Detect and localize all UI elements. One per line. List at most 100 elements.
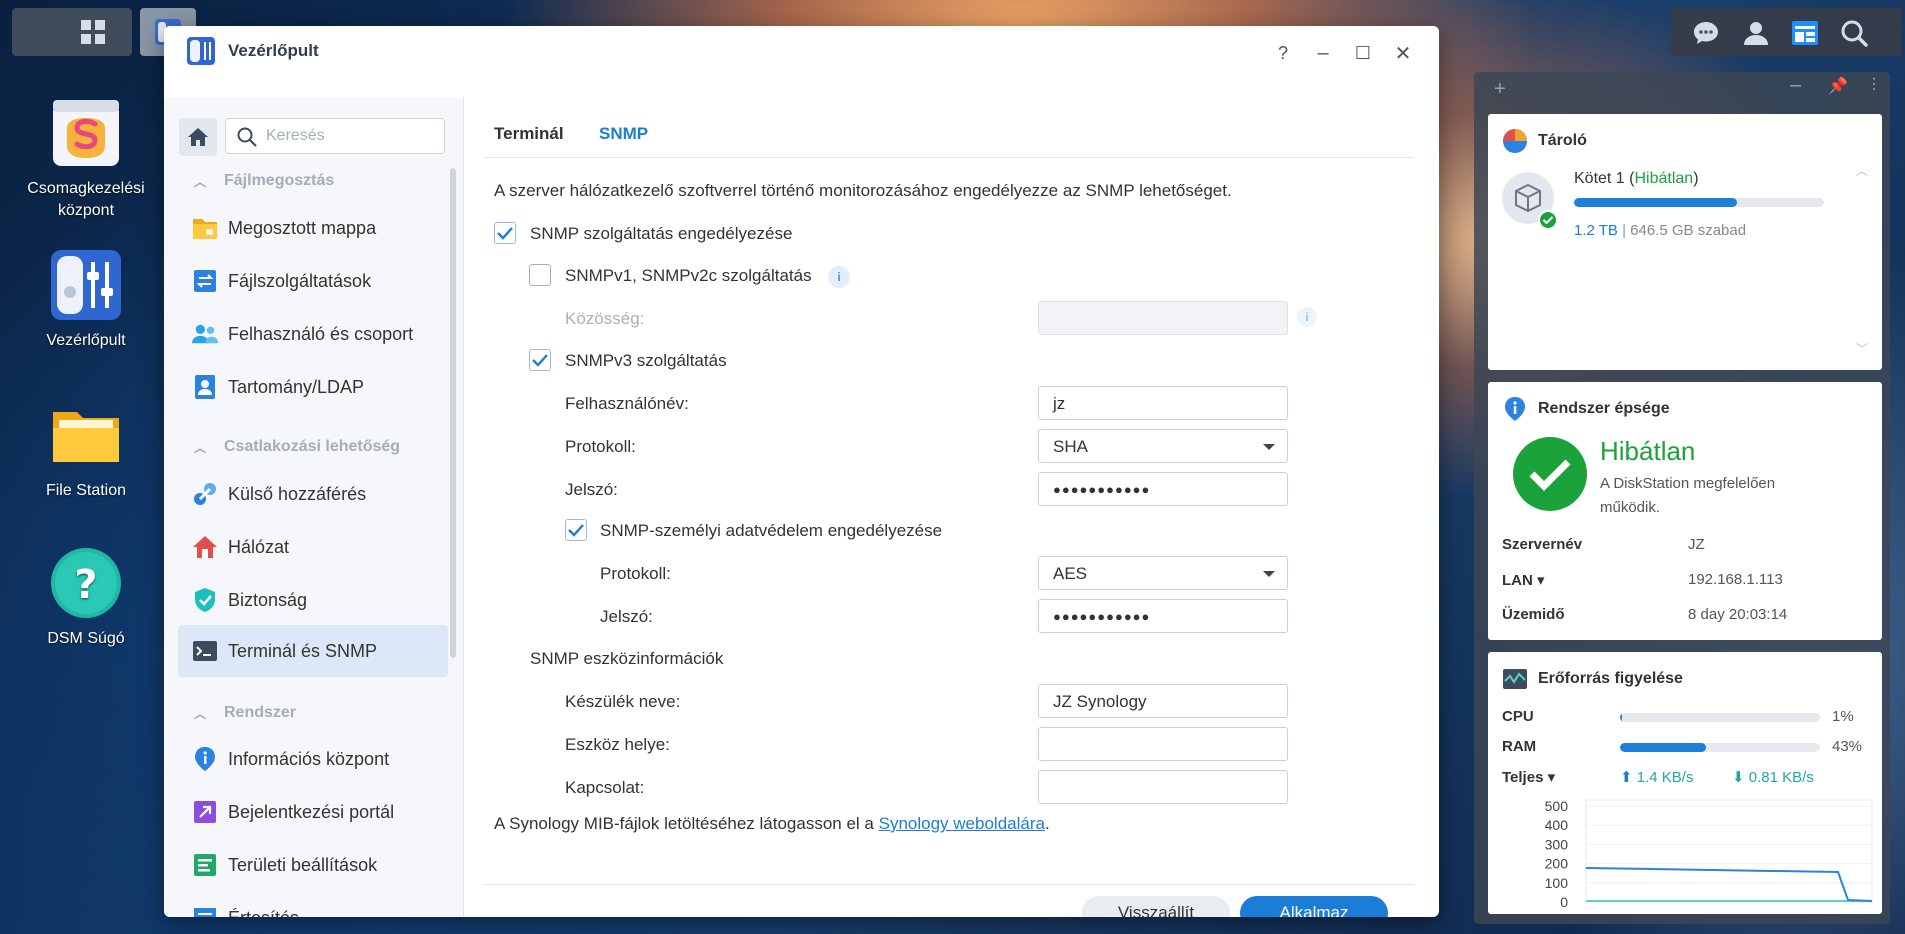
sidebar-item-label: Bejelentkezési portál: [228, 801, 395, 822]
sidebar-item-terminal-snmp[interactable]: Terminál és SNMP: [178, 625, 448, 677]
username-label: Felhasználónév:: [565, 394, 689, 413]
minimize-icon[interactable]: –: [1790, 74, 1801, 97]
sidebar-group-connectivity[interactable]: ︿ Csatlakozási lehetőség: [194, 432, 400, 462]
snmp-v3-label: SNMPv3 szolgáltatás: [565, 351, 727, 370]
widget-panel: + – 📌 ⋯ Tároló Kötet 1 (Hibátlan) 1.2 TB…: [1474, 72, 1890, 924]
sidebar-item-label: Felhasználó és csoport: [228, 323, 414, 344]
window-titlebar[interactable]: Vezérlőpult ? – ☐ ✕: [164, 26, 1439, 98]
main-menu-button[interactable]: [12, 8, 132, 56]
privacy-password-label: Jelszó:: [600, 607, 653, 626]
sidebar-item-external-access[interactable]: Külső hozzáférés: [178, 468, 448, 520]
contact-field[interactable]: [1038, 770, 1288, 804]
sidebar-scrollbar[interactable]: [450, 168, 456, 658]
sidebar-group-system[interactable]: ︿ Rendszer: [194, 698, 296, 728]
sidebar-item-user-group[interactable]: Felhasználó és csoport: [178, 308, 448, 360]
info-icon[interactable]: i: [828, 266, 850, 288]
desktop-icon-control-panel[interactable]: Vezérlőpult: [16, 248, 156, 352]
reset-button[interactable]: Visszaállít: [1082, 896, 1230, 917]
widgets-icon[interactable]: [1790, 18, 1820, 48]
download-arrow-icon: ⬇: [1732, 769, 1745, 786]
upload-speed: ⬆ 1.4 KB/s: [1620, 768, 1693, 786]
resource-monitor-icon: [1503, 669, 1527, 689]
package-center-icon: [49, 96, 123, 170]
chevron-up-icon[interactable]: ︿: [1856, 162, 1868, 179]
network-dropdown[interactable]: Teljes ▾: [1502, 768, 1555, 786]
external-access-icon: [192, 481, 218, 507]
uptime-label: Üzemidő: [1502, 606, 1565, 623]
download-speed: ⬇ 0.81 KB/s: [1732, 768, 1814, 786]
desktop-icon-label: File Station: [45, 482, 127, 499]
group-label: Csatlakozási lehetőség: [224, 438, 401, 455]
desktop-icon-dsm-help[interactable]: ? DSM Súgó: [16, 546, 156, 650]
privacy-checkbox[interactable]: [565, 519, 587, 541]
upload-value: 1.4 KB/s: [1636, 769, 1694, 786]
snmp-description: A szerver hálózatkezelő szoftverrel tört…: [494, 181, 1232, 200]
download-value: 0.81 KB/s: [1748, 769, 1814, 786]
maximize-button[interactable]: ☐: [1346, 36, 1380, 70]
help-button[interactable]: ?: [1266, 36, 1300, 70]
home-button[interactable]: [179, 118, 217, 156]
privacy-password-field[interactable]: ●●●●●●●●●●●: [1038, 599, 1288, 633]
checkmark-icon: [497, 227, 513, 240]
server-name-label: Szervernév: [1502, 536, 1583, 553]
device-info-heading: SNMP eszközinformációk: [530, 649, 724, 668]
username-field[interactable]: jz: [1038, 386, 1288, 420]
sidebar-item-label: Külső hozzáférés: [228, 483, 367, 504]
password-field[interactable]: ●●●●●●●●●●●: [1038, 472, 1288, 506]
snmp-v3-checkbox[interactable]: [529, 349, 551, 371]
search-icon: [237, 127, 257, 147]
close-button[interactable]: ✕: [1386, 36, 1420, 70]
tab-terminal[interactable]: Terminál: [494, 124, 564, 144]
mib-text: A Synology MIB-fájlok letöltéséhez látog…: [494, 814, 874, 833]
desktop-icon-file-station[interactable]: File Station: [16, 398, 156, 502]
maximize-icon: ☐: [1354, 42, 1372, 63]
snmp-v1v2-checkbox[interactable]: [529, 264, 551, 286]
sidebar-item-file-services[interactable]: Fájlszolgáltatások: [178, 255, 448, 307]
sidebar-item-regional-options[interactable]: Területi beállítások: [178, 839, 448, 891]
info-icon[interactable]: i: [1297, 307, 1317, 327]
tab-snmp[interactable]: SNMP: [599, 124, 648, 144]
community-field[interactable]: [1038, 301, 1288, 335]
user-icon[interactable]: [1741, 18, 1771, 48]
info-icon: [1505, 397, 1525, 421]
chart-tick-label: 400: [1545, 817, 1569, 833]
sidebar-item-network[interactable]: Hálózat: [178, 521, 448, 573]
main-content: Terminál SNMP A szerver hálózatkezelő sz…: [464, 98, 1439, 917]
tab-bar: Terminál SNMP: [484, 98, 1414, 158]
chevron-up-icon: ︿: [194, 174, 207, 189]
sidebar-item-security[interactable]: Biztonság: [178, 574, 448, 626]
protocol-select[interactable]: SHA: [1038, 429, 1288, 463]
desktop-icon-package-center[interactable]: Csomagkezelési központ: [16, 96, 156, 222]
chevron-up-icon: ︿: [194, 706, 207, 721]
search-input[interactable]: Keresés: [225, 118, 445, 154]
pin-icon[interactable]: 📌: [1828, 76, 1848, 96]
privacy-protocol-select[interactable]: AES: [1038, 556, 1288, 590]
dropdown-arrow-icon: [1263, 571, 1275, 577]
device-name-field[interactable]: JZ Synology: [1038, 684, 1288, 718]
sidebar-item-login-portal[interactable]: Bejelentkezési portál: [178, 786, 448, 838]
server-name-value: JZ: [1688, 536, 1705, 553]
chart-y-ticks: 500 400 300 200 100 0: [1545, 798, 1872, 908]
minimize-button[interactable]: –: [1306, 36, 1340, 70]
shield-icon: [192, 587, 218, 613]
sidebar-item-notification[interactable]: Értesítés: [178, 892, 448, 917]
chat-icon[interactable]: [1691, 18, 1721, 48]
lan-dropdown[interactable]: LAN ▾: [1502, 571, 1545, 589]
health-message: A DiskStation megfelelően működik.: [1600, 475, 1776, 516]
sidebar-item-info-center[interactable]: Információs központ: [178, 733, 448, 785]
apply-button[interactable]: Alkalmaz: [1240, 896, 1388, 917]
chevron-down-icon[interactable]: ﹀: [1856, 340, 1868, 357]
control-panel-icon: [49, 248, 123, 322]
help-icon: ?: [49, 546, 123, 620]
snmp-v1v2-label: SNMPv1, SNMPv2c szolgáltatás: [565, 266, 812, 285]
sidebar-item-domain-ldap[interactable]: Tartomány/LDAP: [178, 361, 448, 413]
snmp-enable-checkbox[interactable]: [494, 222, 516, 244]
synology-website-link[interactable]: Synology weboldalára: [879, 814, 1045, 833]
add-widget-icon[interactable]: +: [1494, 78, 1506, 101]
search-icon[interactable]: [1839, 18, 1869, 48]
sidebar-item-shared-folder[interactable]: Megosztott mappa: [178, 202, 448, 254]
more-icon[interactable]: ⋯: [1864, 76, 1883, 92]
lan-ip-value: 192.168.1.113: [1688, 571, 1783, 588]
sidebar-group-file-sharing[interactable]: ︿ Fájlmegosztás: [194, 166, 334, 196]
device-location-field[interactable]: [1038, 727, 1288, 761]
